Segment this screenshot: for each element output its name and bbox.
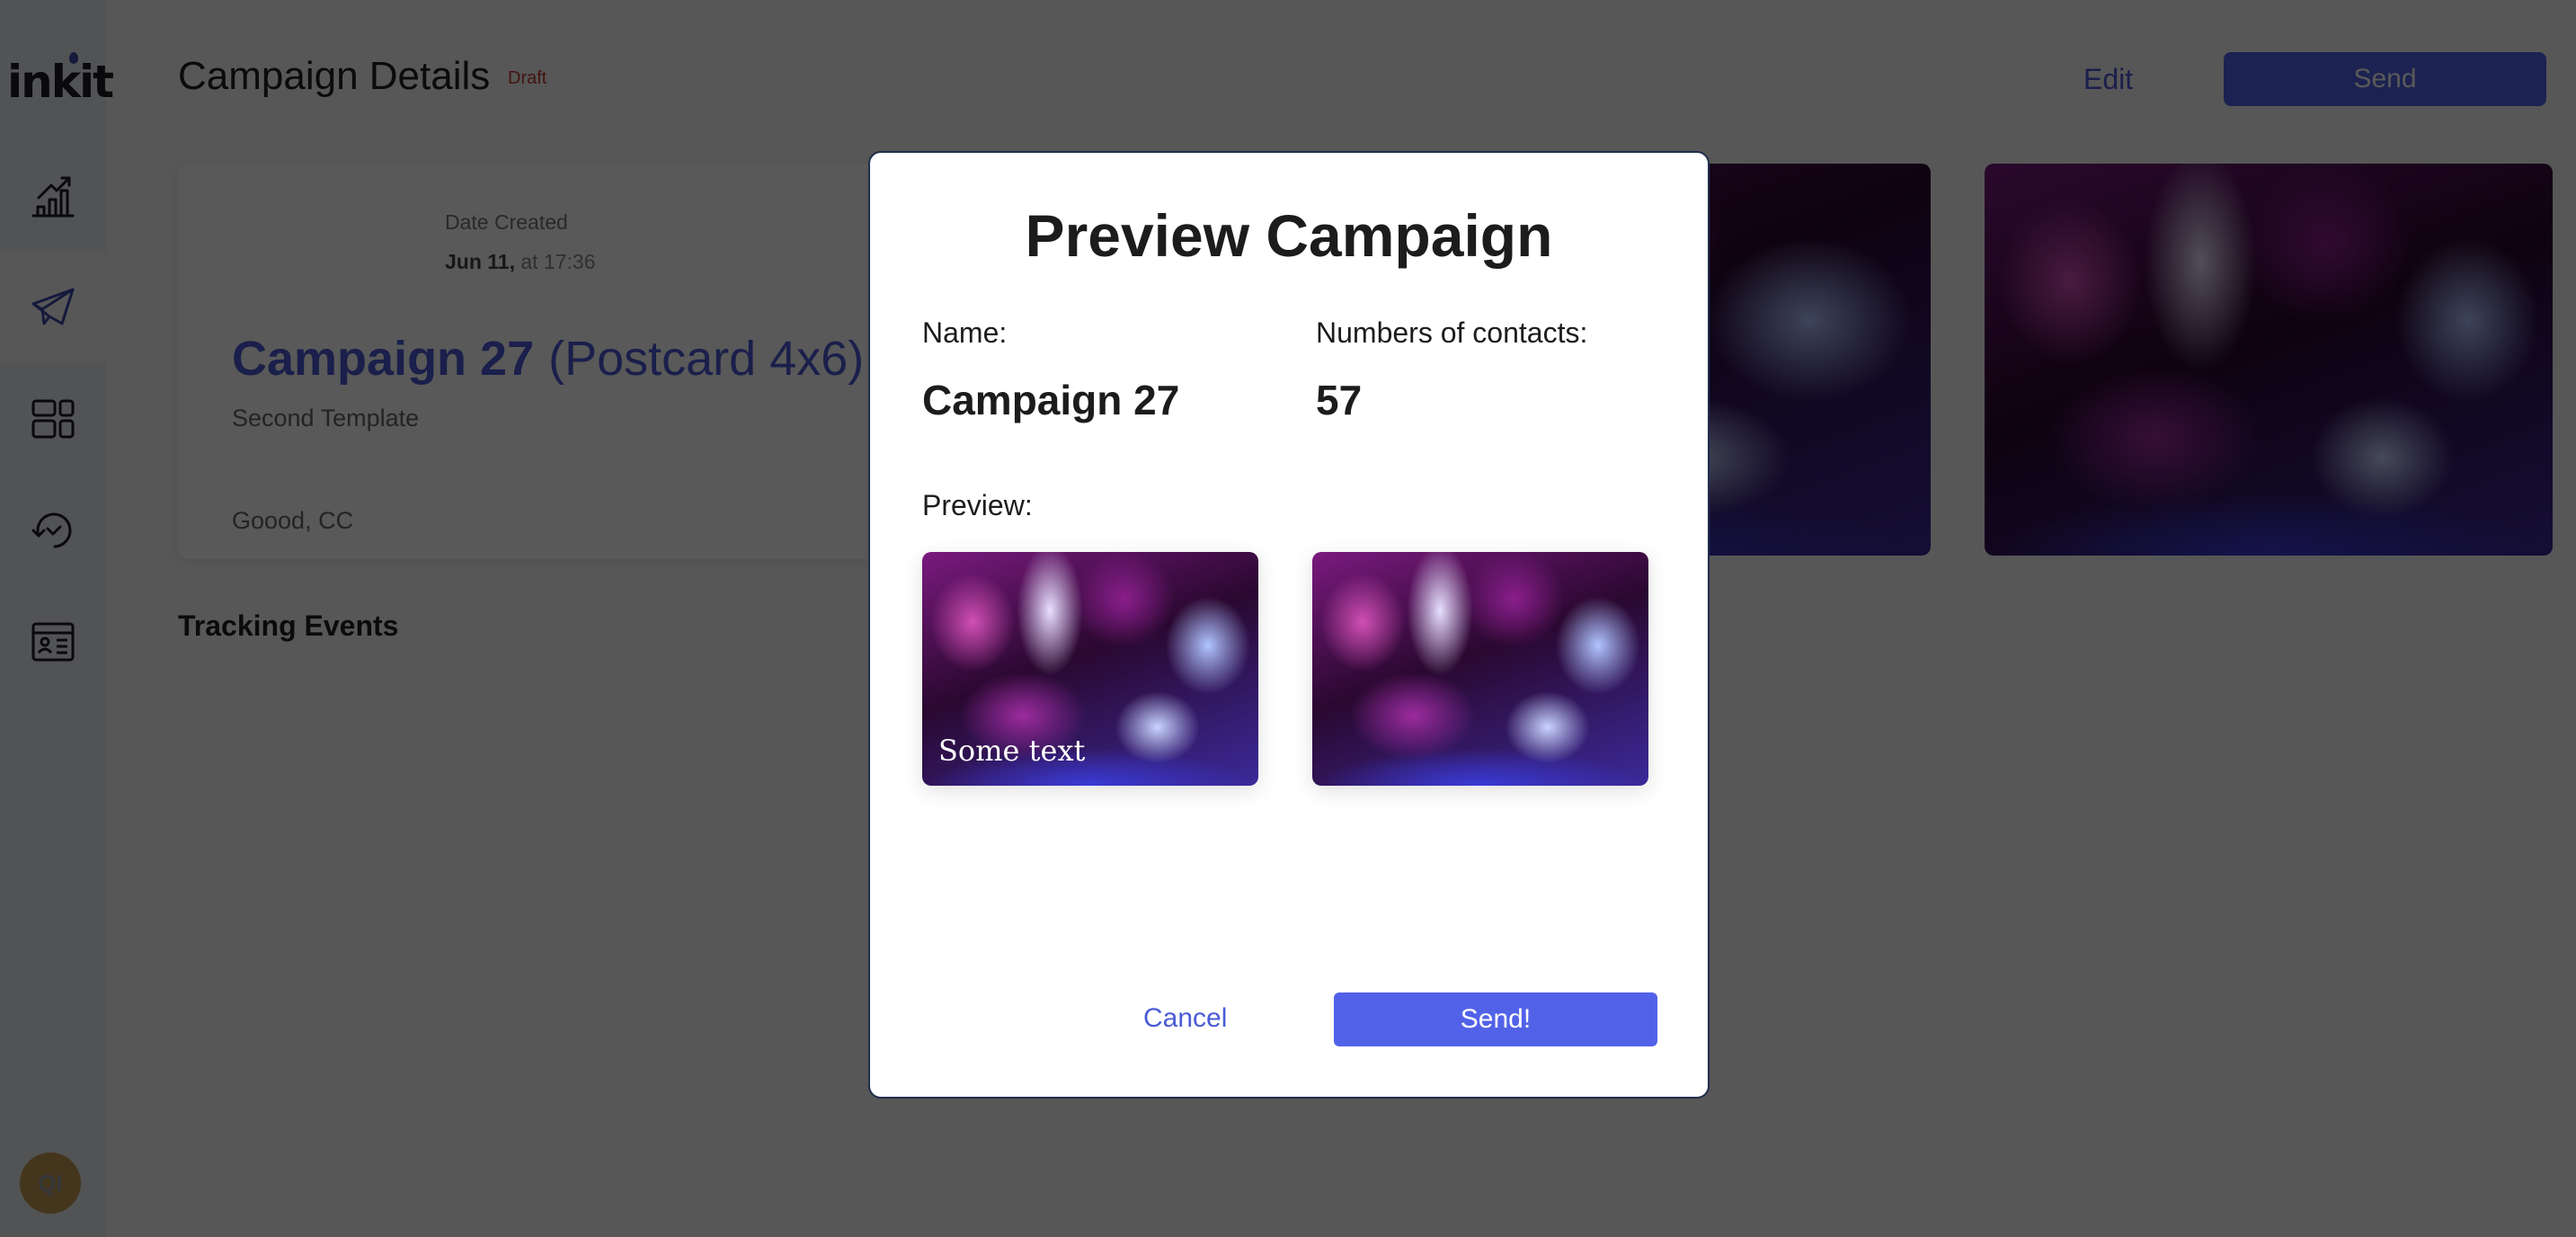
cancel-button[interactable]: Cancel [1143, 1003, 1227, 1034]
preview-label: Preview: [922, 489, 1033, 521]
contacts-label: Numbers of contacts: [1316, 316, 1588, 349]
preview-overlay-text: Some text [938, 734, 1086, 768]
preview-back [1312, 552, 1648, 786]
name-label: Name: [922, 316, 1008, 349]
contacts-value: 57 [1316, 377, 1363, 423]
preview-campaign-modal: Preview Campaign Name: Campaign 27 Numbe… [868, 151, 1710, 1099]
name-value: Campaign 27 [922, 377, 1180, 423]
confirm-send-button[interactable]: Send! [1334, 992, 1657, 1046]
modal-title: Preview Campaign [1025, 202, 1553, 269]
preview-front: Some text [922, 552, 1258, 786]
